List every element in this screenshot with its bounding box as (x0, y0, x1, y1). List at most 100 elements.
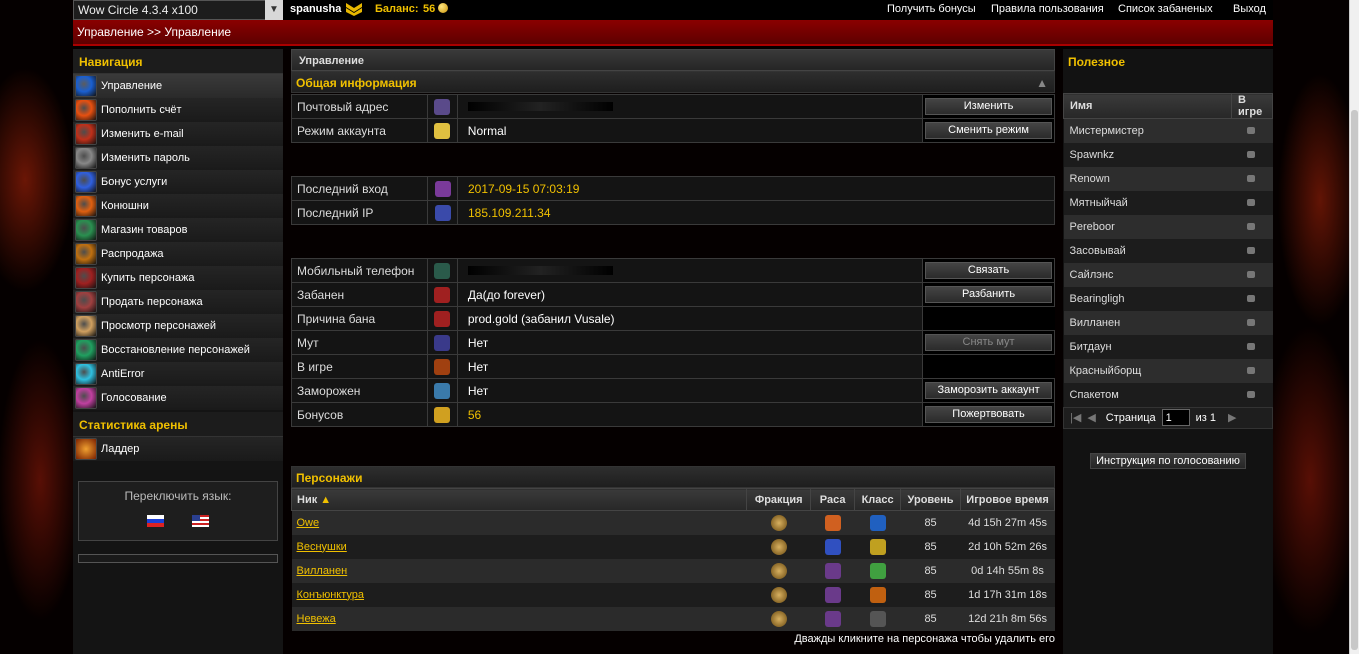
scrollbar-thumb[interactable] (1351, 110, 1358, 650)
sidebar-item-label: Магазин товаров (101, 224, 188, 236)
page-input[interactable] (1161, 409, 1190, 426)
player-row: Bearingligh (1063, 286, 1273, 311)
col-3[interactable]: Класс (854, 488, 902, 511)
sidebar-item-ladder[interactable]: Ладдер (73, 437, 283, 461)
info-label: Режим аккаунта (291, 118, 428, 143)
get-bonus-link[interactable]: Получить бонусы (887, 3, 976, 15)
next-page-icon[interactable]: ▶ (1228, 411, 1236, 424)
character-name[interactable]: Веснушки (297, 541, 347, 553)
banned-list-link[interactable]: Список забаненых (1118, 3, 1213, 15)
info-label: В игре (291, 354, 428, 379)
sidebar-item-label: Пополнить счёт (101, 104, 182, 116)
sidebar-item-label: Голосование (101, 392, 167, 404)
status-icon (1246, 270, 1255, 278)
col-2[interactable]: Раса (810, 488, 856, 511)
action-button[interactable]: Заморозить аккаунт (925, 382, 1052, 399)
info-row: В игре Нет (291, 354, 1055, 379)
col-name[interactable]: Имя (1063, 93, 1232, 119)
sidebar-item-label: Ладдер (101, 443, 140, 455)
status-icon (1246, 366, 1255, 374)
info-value (456, 258, 924, 283)
class-icon (869, 610, 886, 627)
sidebar-item-view-chars[interactable]: Просмотр персонажей (73, 314, 283, 338)
status-icon (1246, 174, 1255, 182)
page-label: Страница (1105, 411, 1156, 424)
sidebar-item-shop[interactable]: Магазин товаров (73, 218, 283, 242)
player-row: Вилланен (1063, 310, 1273, 335)
status-icon (1246, 390, 1255, 398)
email-icon (426, 94, 458, 119)
col-1[interactable]: Фракция (746, 488, 812, 511)
race-icon (824, 586, 841, 603)
sidebar-item-buy-char[interactable]: Купить персонажа (73, 266, 283, 290)
section-general-info: Общая информация ▲ (291, 71, 1055, 93)
action-button[interactable]: Связать (925, 262, 1052, 279)
action-button[interactable]: Сменить режим (925, 122, 1052, 139)
sidebar-item-password[interactable]: Изменить пароль (73, 146, 283, 170)
player-row: Мятныйчай (1063, 190, 1273, 215)
status-icon (1246, 198, 1255, 206)
sidebar-item-label: Восстановление персонажей (101, 344, 250, 356)
col-5[interactable]: Игровое время (960, 488, 1055, 511)
race-icon (824, 514, 841, 531)
sidebar-item-email[interactable]: Изменить e-mail (73, 122, 283, 146)
sidebar-item-vote[interactable]: Голосование (73, 386, 283, 410)
character-row[interactable]: Невежа 85 12d 21h 8m 56s (291, 606, 1055, 631)
action-button[interactable]: Разбанить (925, 286, 1052, 303)
col-4[interactable]: Уровень (900, 488, 962, 511)
action-button[interactable]: Изменить (925, 98, 1052, 115)
character-name[interactable]: Вилланен (297, 565, 348, 577)
character-name[interactable]: Owe (297, 517, 320, 529)
rules-link[interactable]: Правила пользования (991, 3, 1104, 15)
player-row: Мистермистер (1063, 118, 1273, 143)
player-name: Спакетом (1063, 382, 1232, 407)
first-page-icon[interactable]: |◀ (1070, 411, 1081, 424)
sidebar-item-restore[interactable]: Восстановление персонажей (73, 338, 283, 362)
sidebar-item-sell-char[interactable]: Продать персонажа (73, 290, 283, 314)
action-button[interactable]: Снять мут (925, 334, 1052, 351)
prev-page-icon[interactable]: ◀ (1087, 411, 1095, 424)
sidebar-item-manage[interactable]: Управление (73, 74, 283, 98)
logout-link[interactable]: Выход (1233, 3, 1266, 15)
character-row[interactable]: Owe 85 4d 15h 27m 45s (291, 510, 1055, 535)
player-name: Вилланен (1063, 310, 1232, 335)
info-label: Забанен (291, 282, 428, 307)
balance-label: Баланс: (375, 3, 419, 15)
server-select[interactable]: Wow Circle 4.3.4 x100 (73, 0, 283, 20)
character-row[interactable]: Веснушки 85 2d 10h 52m 26s (291, 534, 1055, 559)
collapse-icon[interactable]: ▲ (1036, 76, 1048, 90)
sidebar-item-sale[interactable]: Распродажа (73, 242, 283, 266)
sidebar-item-bonus[interactable]: Бонус услуги (73, 170, 283, 194)
character-row[interactable]: Вилланен 85 0d 14h 55m 8s (291, 558, 1055, 583)
status-icon (1246, 342, 1255, 350)
flag-us-icon[interactable] (192, 515, 209, 527)
action-button[interactable]: Пожертвовать (925, 406, 1052, 423)
info-row: Последний IP 185.109.211.34 (291, 200, 1055, 225)
info-label: Последний IP (291, 200, 428, 225)
info-row: Режим аккаунта Normal Сменить режим (291, 118, 1055, 143)
flag-ru-icon[interactable] (147, 515, 164, 527)
sidebar-item-antierror[interactable]: AntiError (73, 362, 283, 386)
sidebar-item-refill[interactable]: Пополнить счёт (73, 98, 283, 122)
vote-instructions-button[interactable]: Инструкция по голосованию (1090, 452, 1246, 469)
col-0[interactable]: Ник ▲ (290, 488, 748, 511)
login-icon (427, 176, 458, 201)
manage-icon (75, 75, 97, 97)
sidebar-item-stable[interactable]: Конюшни (73, 194, 283, 218)
character-row[interactable]: Конъюнктура 85 1d 17h 31m 18s (291, 582, 1055, 607)
email-icon (75, 123, 97, 145)
info-value: 185.109.211.34 (457, 200, 1055, 225)
character-name[interactable]: Невежа (297, 613, 336, 625)
race-icon (824, 562, 841, 579)
chevron-down-icon[interactable]: ▼ (265, 0, 283, 20)
character-level: 85 (900, 582, 961, 607)
language-label: Переключить язык: (124, 489, 232, 503)
character-name[interactable]: Конъюнктура (297, 589, 365, 601)
col-ingame[interactable]: В игре (1231, 93, 1273, 119)
class-icon (869, 562, 886, 579)
player-name: Засовывай (1063, 238, 1232, 263)
player-row: Pereboor (1063, 214, 1273, 239)
pagination: |◀ ◀ Страница из 1 ▶ (1063, 406, 1273, 429)
race-icon (824, 610, 841, 627)
faction-icon (770, 610, 787, 627)
